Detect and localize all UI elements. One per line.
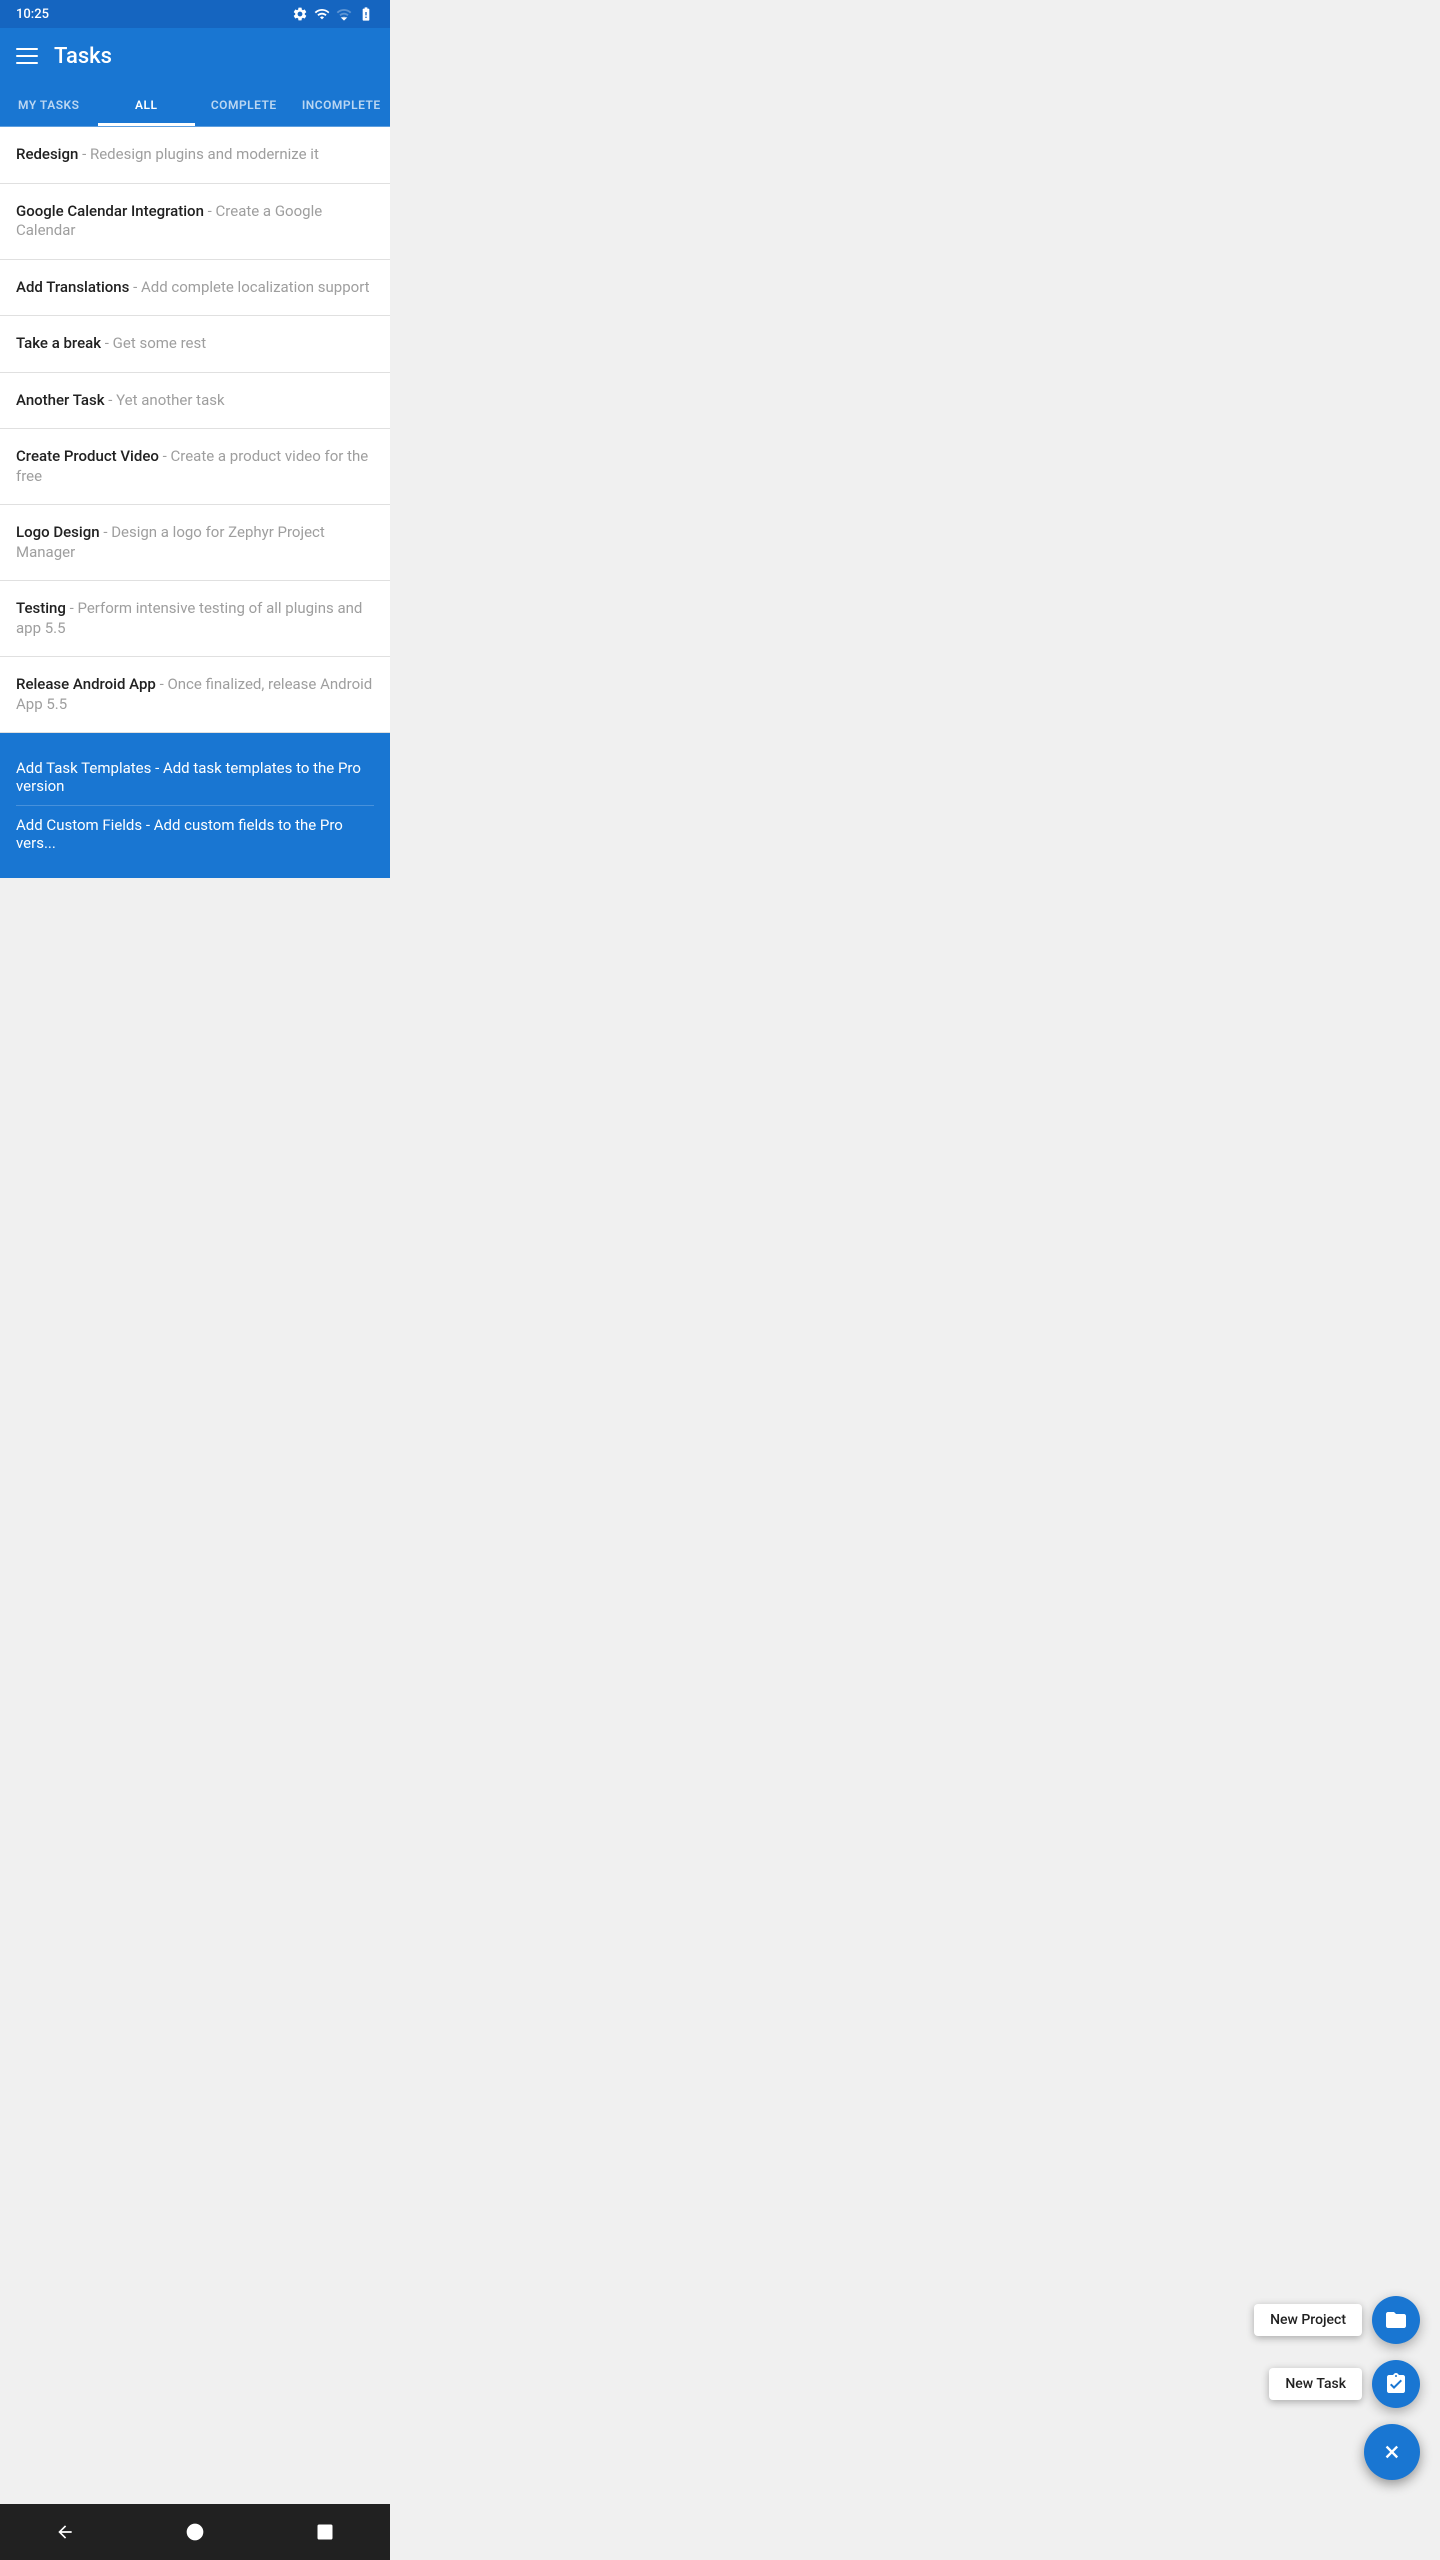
tab-all[interactable]: ALL	[98, 84, 196, 126]
close-icon: ×	[1385, 2438, 1400, 2466]
hamburger-menu-icon[interactable]	[16, 48, 38, 64]
blue-task-item[interactable]: Add Task Templates - Add task templates …	[16, 749, 374, 806]
nav-bar	[0, 2504, 390, 2560]
nav-home-button[interactable]	[175, 2512, 215, 2552]
fab-container: New Project New Task ×	[1254, 2296, 1420, 2480]
task-item[interactable]: Take a break - Get some rest	[0, 316, 390, 373]
task-item[interactable]: Logo Design - Design a logo for Zephyr P…	[0, 505, 390, 581]
fab-new-project-option: New Project	[1254, 2296, 1420, 2344]
nav-recents-button[interactable]	[305, 2512, 345, 2552]
app-bar: Tasks	[0, 28, 390, 84]
new-task-label: New Task	[1269, 2368, 1362, 2400]
blue-task-section: Add Task Templates - Add task templates …	[0, 733, 390, 878]
task-item[interactable]: Redesign - Redesign plugins and moderniz…	[0, 127, 390, 184]
fab-close-button[interactable]: ×	[1364, 2424, 1420, 2480]
battery-icon	[358, 6, 374, 22]
tab-incomplete[interactable]: INCOMPLETE	[293, 84, 391, 126]
new-task-button[interactable]	[1372, 2360, 1420, 2408]
task-item[interactable]: Google Calendar Integration - Create a G…	[0, 184, 390, 260]
app-title: Tasks	[54, 44, 112, 69]
fab-new-task-option: New Task	[1269, 2360, 1420, 2408]
task-item[interactable]: Another Task - Yet another task	[0, 373, 390, 430]
wifi-icon	[314, 6, 330, 22]
task-item[interactable]: Create Product Video - Create a product …	[0, 429, 390, 505]
task-list: Redesign - Redesign plugins and moderniz…	[0, 127, 390, 733]
new-project-button[interactable]	[1372, 2296, 1420, 2344]
signal-icon	[336, 6, 352, 22]
settings-icon	[292, 6, 308, 22]
tab-complete[interactable]: COMPLETE	[195, 84, 293, 126]
tab-my-tasks[interactable]: MY TASKS	[0, 84, 98, 126]
task-item[interactable]: Testing - Perform intensive testing of a…	[0, 581, 390, 657]
status-bar: 10:25	[0, 0, 390, 28]
status-time: 10:25	[16, 7, 49, 22]
blue-task-item[interactable]: Add Custom Fields - Add custom fields to…	[16, 806, 374, 862]
task-item[interactable]: Release Android App - Once finalized, re…	[0, 657, 390, 733]
status-icons	[292, 6, 374, 22]
nav-back-button[interactable]	[45, 2512, 85, 2552]
new-project-label: New Project	[1254, 2304, 1362, 2336]
tabs-bar: MY TASKS ALL COMPLETE INCOMPLETE	[0, 84, 390, 127]
task-item[interactable]: Add Translations - Add complete localiza…	[0, 260, 390, 317]
